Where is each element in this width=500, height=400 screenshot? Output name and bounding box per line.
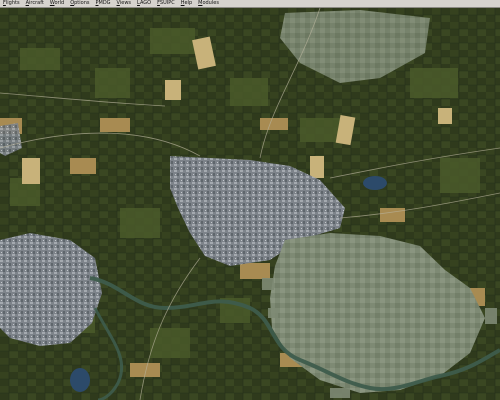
menu-aircraft[interactable]: Aircraft bbox=[26, 0, 44, 7]
lake bbox=[363, 176, 387, 190]
menu-flights[interactable]: Flights bbox=[3, 0, 20, 7]
terrain-canvas bbox=[0, 8, 500, 400]
menu-bar: Flights Aircraft World Options PMDG View… bbox=[0, 0, 500, 8]
menu-modules[interactable]: Modules bbox=[198, 0, 219, 7]
menu-world[interactable]: World bbox=[50, 0, 64, 7]
menu-fsuipc[interactable]: FSUIPC bbox=[157, 0, 175, 7]
menu-options[interactable]: Options bbox=[70, 0, 89, 7]
menu-help[interactable]: Help bbox=[181, 0, 192, 7]
flight-sim-window: Flights Aircraft World Options PMDG View… bbox=[0, 0, 500, 400]
menu-views[interactable]: Views bbox=[117, 0, 131, 7]
aerial-scenery-view[interactable] bbox=[0, 8, 500, 400]
menu-lago[interactable]: LAGO bbox=[137, 0, 151, 7]
menu-pmdg[interactable]: PMDG bbox=[95, 0, 110, 7]
